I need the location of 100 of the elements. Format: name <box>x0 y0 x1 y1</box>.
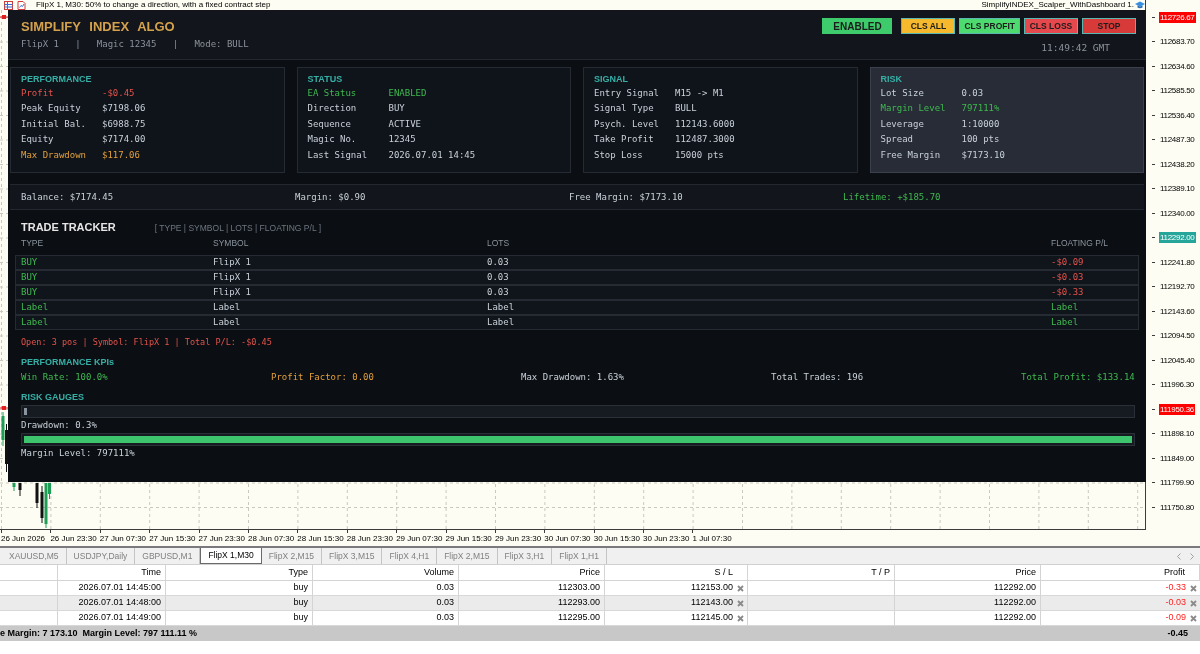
chart-tab[interactable]: FlipX 2,M15 <box>437 548 498 564</box>
field-label: Initial Bal. <box>21 117 88 130</box>
field-value: BUY <box>388 102 405 115</box>
close-icon[interactable] <box>737 614 744 622</box>
price-tag: 111950.36 <box>1159 403 1195 415</box>
column-header[interactable]: Price <box>459 565 605 580</box>
field-label: Free Margin <box>880 148 942 161</box>
time-label: 30 Jun 23:30 <box>643 533 690 544</box>
column-header[interactable]: Time <box>58 565 166 580</box>
kpi-text: Profit Factor: 0.00 <box>271 371 374 383</box>
price-label: 112634.60 <box>1160 60 1195 72</box>
summary-text: Balance: $7174.45 <box>21 191 114 203</box>
table-cell: -$0.33 <box>1051 287 1084 298</box>
column-header[interactable]: T / P <box>748 565 895 580</box>
field-label: Peak Equity <box>21 102 82 115</box>
field-label: Margin Level <box>880 102 947 115</box>
table-cell: 0.03 <box>487 287 509 298</box>
table-cell: 112292.00 <box>895 596 1041 610</box>
field-label: Equity <box>21 133 55 146</box>
field-value: 797111% <box>961 102 1000 115</box>
table-cell: 0.03 <box>487 272 509 283</box>
field-value: 100 pts <box>961 133 1000 146</box>
field-label: Max Drawdown <box>21 148 88 161</box>
time-label: 29 Jun 23:30 <box>494 533 542 544</box>
chart-tab[interactable]: XAUUSD,M5 <box>2 548 67 564</box>
action-button[interactable]: CLS PROFIT <box>959 18 1020 34</box>
field-value: 112143.6000 <box>675 117 735 130</box>
card-title: SIGNAL <box>594 73 628 85</box>
grid-icon[interactable] <box>4 0 13 10</box>
chart-tab[interactable]: FlipX 2,M15 <box>261 548 323 564</box>
card-title: STATUS <box>307 73 343 85</box>
table-cell: 112145.00 <box>691 611 733 625</box>
table-cell: BUY <box>21 272 38 283</box>
close-icon[interactable] <box>737 599 744 607</box>
column-header[interactable]: Price <box>895 565 1041 580</box>
action-button[interactable]: CLS ALL <box>901 18 956 34</box>
chart-tab[interactable]: FlipX 1,M30 <box>200 548 262 564</box>
field-label: Direction <box>307 102 358 115</box>
time-label: 29 Jun 07:30 <box>396 533 443 544</box>
field-value: 112487.3000 <box>675 133 735 146</box>
kpi-text: Total Profit: $133.14 <box>1021 371 1135 383</box>
table-cell: Label <box>1051 317 1079 328</box>
close-icon[interactable] <box>1190 599 1197 607</box>
table-row[interactable]: 2026.07.01 14:45:00 buy 0.03 112303.00 112153.00 112292.00 -0.33 <box>0 581 1200 596</box>
total-profit: -0.45 <box>1167 626 1188 640</box>
gauge-label: Drawdown: 0.3% <box>21 419 97 431</box>
gauge-label: Margin Level: 797111% <box>21 447 135 459</box>
price-label: 112389.10 <box>1160 183 1195 195</box>
section-title: TRADE TRACKER <box>21 221 116 233</box>
column-header[interactable]: Type <box>166 565 313 580</box>
dashboard-title: SIMPLIFY INDEX ALGO <box>21 19 176 35</box>
chart-tab[interactable]: FlipX 1,H1 <box>552 548 607 564</box>
column-header[interactable]: Volume <box>313 565 459 580</box>
time-label: 27 Jun 07:30 <box>99 533 147 544</box>
price-tag: 112292.00 <box>1159 232 1196 244</box>
table-row[interactable]: 2026.07.01 14:49:00 buy 0.03 112295.00 112145.00 112292.00 -0.09 <box>0 611 1200 626</box>
field-label: Take Profit <box>594 133 655 146</box>
column-header[interactable]: S / L <box>605 565 748 580</box>
field-label: Psych. Level <box>594 117 661 130</box>
table-cell: BUY <box>21 257 38 268</box>
time-label: 27 Jun 23:30 <box>198 533 245 544</box>
close-icon[interactable] <box>737 584 744 592</box>
time-label: 28 Jun 15:30 <box>297 533 344 544</box>
table-row[interactable]: 2026.07.01 14:48:00 buy 0.03 112293.00 112143.00 112292.00 -0.03 <box>0 596 1200 611</box>
action-button[interactable]: STOP <box>1082 18 1136 34</box>
toggle-button[interactable]: ENABLED <box>822 18 893 34</box>
field-value: ACTIVE <box>388 117 421 130</box>
table-cell: BUY <box>21 287 38 298</box>
graduation-cap-icon[interactable] <box>1135 1 1145 9</box>
close-icon[interactable] <box>1190 584 1197 592</box>
table-cell: -0.33 <box>1165 581 1186 595</box>
chart-tab[interactable]: FlipX 3,M15 <box>322 548 383 564</box>
chart-tab[interactable]: FlipX 3,H1 <box>497 548 553 564</box>
field-label: Entry Signal <box>594 86 661 99</box>
price-tag: 112726.67 <box>1159 11 1196 23</box>
document-icon[interactable] <box>17 0 26 10</box>
kpi-text: Win Rate: 100.0% <box>21 371 108 383</box>
table-cell: 2026.07.01 14:45:00 <box>58 581 166 595</box>
time-label: 27 Jun 15:30 <box>149 533 196 544</box>
price-label: 111849.00 <box>1160 452 1194 464</box>
kpi-text: Max Drawdown: 1.63% <box>521 371 624 383</box>
field-label: Spread <box>880 133 914 146</box>
action-button[interactable]: CLS LOSS <box>1024 18 1078 34</box>
table-cell: -0.09 <box>1165 611 1186 625</box>
column-header: LOTS <box>487 237 510 249</box>
account-summary: e Margin: 7 173.10 Margin Level: 797 111.11 % <box>0 626 198 640</box>
scroll-right-icon[interactable] <box>1190 552 1194 560</box>
table-cell: -0.03 <box>1165 596 1186 610</box>
field-value: $7174.00 <box>102 133 146 146</box>
price-label: 111898.10 <box>1160 428 1194 440</box>
time-label: 26 Jun 2026 <box>1 533 46 544</box>
table-cell: -$0.03 <box>1051 272 1084 283</box>
scroll-left-icon[interactable] <box>1177 552 1181 560</box>
close-icon[interactable] <box>1190 614 1197 622</box>
column-header[interactable]: Profit <box>1041 565 1200 580</box>
chart-tab[interactable]: FlipX 4,H1 <box>382 548 438 564</box>
table-cell: Label <box>213 302 241 313</box>
chart-tab[interactable]: USDJPY,Daily <box>66 548 136 564</box>
field-value: 1:10000 <box>961 117 1000 130</box>
chart-title: FlipX 1, M30: 50% to change a direction, with a fixed contract step <box>36 0 271 10</box>
